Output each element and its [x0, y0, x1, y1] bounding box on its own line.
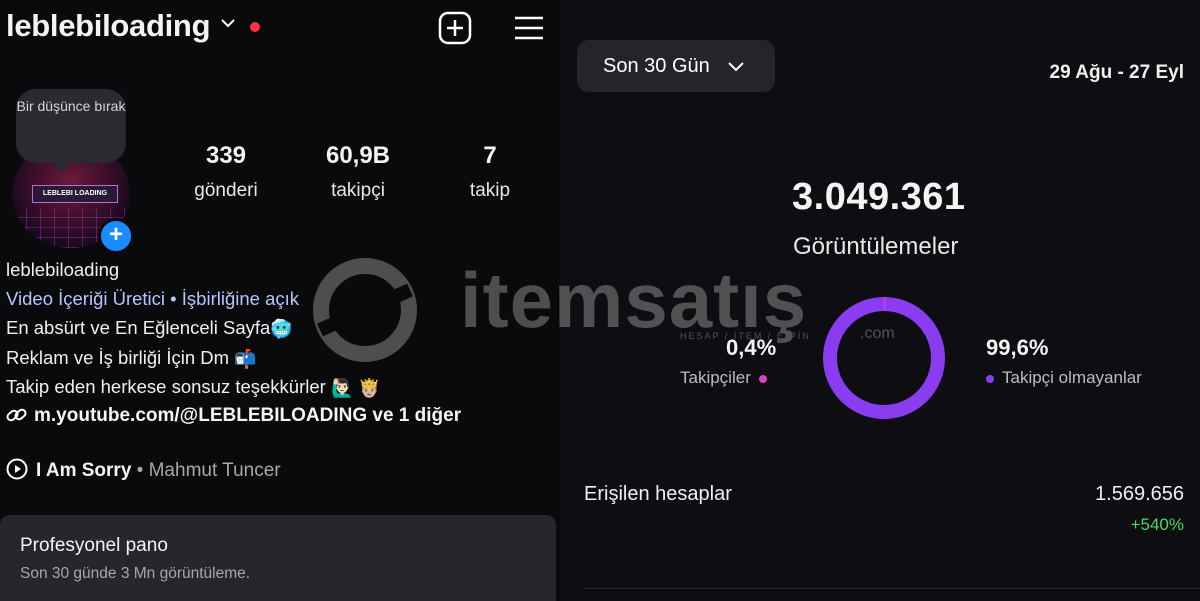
stat-followers-value: 60,9B — [325, 142, 391, 169]
professional-dashboard[interactable]: Profesyonel pano Son 30 günde 3 Mn görün… — [0, 515, 556, 601]
reach-label[interactable]: Erişilen hesaplar — [584, 483, 732, 506]
followers-dot — [758, 374, 767, 383]
stat-posts-value: 339 — [205, 142, 247, 169]
bio-line: En absürt ve En Eğlenceli Sayfa🥶 — [6, 317, 293, 339]
create-icon[interactable] — [438, 11, 472, 45]
username[interactable]: leblebiloading — [6, 8, 211, 44]
bio-link[interactable]: m.youtube.com/@LEBLEBILOADING ve 1 diğer — [6, 405, 461, 427]
non-followers-legend: Takipçi olmayanlar — [986, 368, 1142, 388]
pro-panel-subtitle: Son 30 günde 3 Mn görüntüleme. — [20, 565, 251, 582]
bio-line: Takip eden herkese sonsuz teşekkürler 🙋🏻… — [6, 376, 381, 398]
divider — [584, 588, 1200, 589]
pro-panel-title: Profesyonel pano — [20, 535, 168, 556]
notification-dot — [250, 22, 260, 32]
chevron-down-icon — [728, 62, 744, 72]
music-row[interactable]: I Am Sorry • Mahmut Tuncer — [6, 458, 281, 482]
audience-donut-chart — [823, 297, 945, 419]
non-followers-dot — [986, 374, 994, 383]
stat-posts[interactable]: 339 gönderi — [190, 142, 262, 202]
link-icon — [6, 408, 27, 422]
bio-category[interactable]: Video İçeriği Üretici • İşbirliğine açık — [6, 288, 299, 310]
avatar-banner: LEBLEBI LOADING — [32, 185, 118, 203]
views-value: 3.049.361 — [792, 176, 966, 218]
period-label: Son 30 Gün — [603, 55, 710, 77]
reach-delta: +540% — [1130, 515, 1184, 534]
add-story-button[interactable]: + — [98, 218, 134, 254]
stat-followers[interactable]: 60,9B takipçi — [322, 142, 394, 202]
stat-followers-label: takipçi — [331, 180, 385, 201]
play-icon — [6, 458, 28, 480]
stat-posts-label: gönderi — [194, 180, 258, 201]
followers-legend: Takipçiler — [680, 368, 767, 388]
separator: • — [131, 460, 149, 481]
insights-panel: Son 30 Gün 29 Ağu - 27 Eyl 3.049.361 Gör… — [560, 0, 1200, 601]
artist-name: Mahmut Tuncer — [148, 460, 281, 481]
date-range: 29 Ağu - 27 Eyl — [1049, 62, 1184, 83]
donut-non-followers-arc — [823, 297, 945, 419]
period-dropdown[interactable]: Son 30 Gün — [577, 40, 775, 92]
views-label: Görüntülemeler — [793, 233, 959, 260]
menu-icon[interactable] — [513, 12, 545, 44]
bio-name: leblebiloading — [6, 259, 120, 280]
non-followers-percent: 99,6% — [986, 335, 1049, 360]
chevron-down-icon[interactable] — [220, 17, 236, 29]
thanks-emoji: 🙋🏻‍♂️ 🤴🏼 — [330, 377, 381, 398]
stat-following-label: takip — [469, 180, 511, 201]
followers-percent: 0,4% — [726, 335, 777, 360]
cold-face-emoji: 🥶 — [270, 318, 293, 339]
mailbox-emoji: 📬 — [234, 348, 257, 369]
stat-following[interactable]: 7 takip — [456, 142, 524, 202]
profile-panel: leblebiloading LEBLEBI LOADING Bir düşün… — [0, 0, 560, 601]
reach-value: 1.569.656 — [1095, 483, 1184, 505]
bio-line: Reklam ve İş birliği İçin Dm 📬 — [6, 347, 257, 369]
song-title: I Am Sorry — [36, 460, 132, 481]
stat-following-value: 7 — [483, 142, 497, 169]
note-bubble[interactable]: Bir düşünce bırak — [16, 89, 126, 171]
